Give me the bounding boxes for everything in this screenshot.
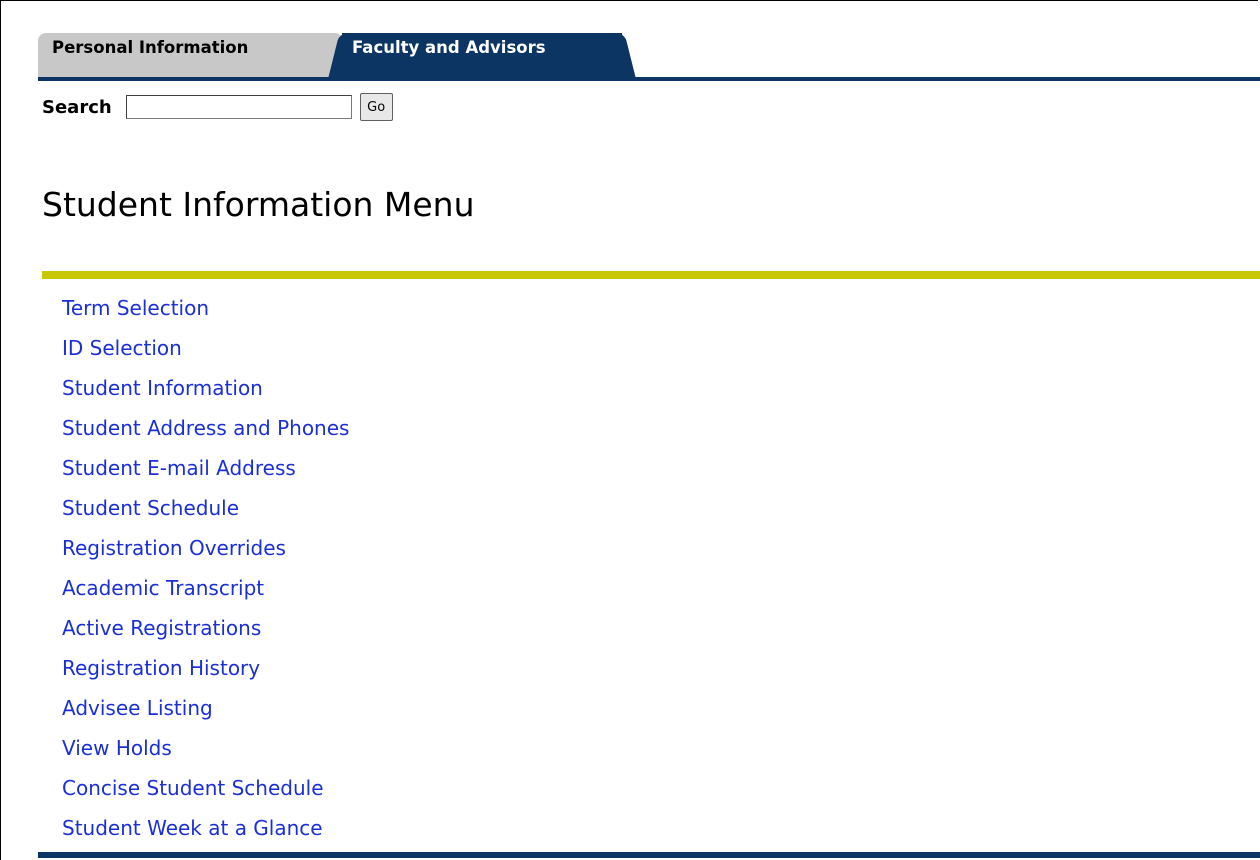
link-student-address-and-phones[interactable]: Student Address and Phones bbox=[62, 416, 349, 440]
menu-item: ID Selection bbox=[62, 328, 349, 368]
search-bar: Search Go bbox=[42, 92, 393, 122]
link-id-selection[interactable]: ID Selection bbox=[62, 336, 182, 360]
title-divider bbox=[42, 271, 1260, 279]
search-input[interactable] bbox=[125, 95, 352, 119]
menu-item: Academic Transcript bbox=[62, 568, 349, 608]
link-student-week-at-a-glance[interactable]: Student Week at a Glance bbox=[62, 816, 323, 840]
search-label: Search bbox=[42, 96, 112, 118]
tab-personal-information-label: Personal Information bbox=[52, 38, 249, 57]
link-view-holds[interactable]: View Holds bbox=[62, 736, 172, 760]
menu-item: Student Information bbox=[62, 368, 349, 408]
tab-personal-information[interactable]: Personal Information bbox=[38, 33, 340, 77]
link-concise-student-schedule[interactable]: Concise Student Schedule bbox=[62, 776, 324, 800]
link-registration-overrides[interactable]: Registration Overrides bbox=[62, 536, 286, 560]
link-academic-transcript[interactable]: Academic Transcript bbox=[62, 576, 264, 600]
tab-faculty-and-advisors[interactable]: Faculty and Advisors bbox=[342, 33, 622, 77]
menu-item: Concise Student Schedule bbox=[62, 768, 349, 808]
menu-item: Term Selection bbox=[62, 288, 349, 328]
link-student-email-address[interactable]: Student E-mail Address bbox=[62, 456, 296, 480]
tab-bar: Personal Information Faculty and Advisor… bbox=[38, 33, 1260, 79]
menu-item: Student E-mail Address bbox=[62, 448, 349, 488]
menu-item: Registration Overrides bbox=[62, 528, 349, 568]
link-active-registrations[interactable]: Active Registrations bbox=[62, 616, 261, 640]
menu-item: Student Address and Phones bbox=[62, 408, 349, 448]
link-advisee-listing[interactable]: Advisee Listing bbox=[62, 696, 213, 720]
menu-item: View Holds bbox=[62, 728, 349, 768]
tab-divider bbox=[38, 77, 1260, 81]
link-student-schedule[interactable]: Student Schedule bbox=[62, 496, 239, 520]
menu-item: Student Week at a Glance bbox=[62, 808, 349, 848]
link-term-selection[interactable]: Term Selection bbox=[62, 296, 209, 320]
menu-item: Advisee Listing bbox=[62, 688, 349, 728]
page-title: Student Information Menu bbox=[42, 185, 475, 224]
menu-item: Registration History bbox=[62, 648, 349, 688]
student-information-menu: Term Selection ID Selection Student Info… bbox=[62, 288, 349, 848]
menu-item: Student Schedule bbox=[62, 488, 349, 528]
link-registration-history[interactable]: Registration History bbox=[62, 656, 260, 680]
go-button[interactable]: Go bbox=[359, 93, 393, 121]
tab-faculty-and-advisors-label: Faculty and Advisors bbox=[352, 38, 546, 57]
menu-item: Active Registrations bbox=[62, 608, 349, 648]
bottom-divider bbox=[38, 852, 1260, 858]
link-student-information[interactable]: Student Information bbox=[62, 376, 263, 400]
